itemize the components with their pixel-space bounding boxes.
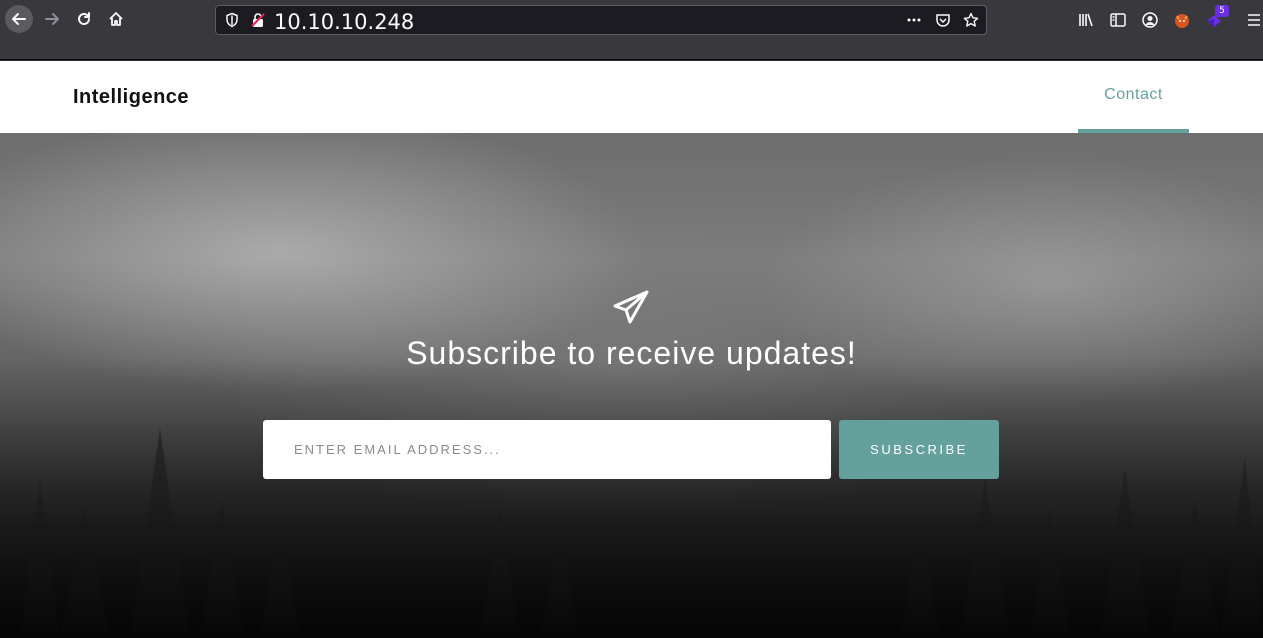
home-icon xyxy=(109,12,123,26)
home-button[interactable] xyxy=(102,5,130,33)
forest-background-image xyxy=(0,358,1263,638)
insecure-lock-icon[interactable] xyxy=(250,12,266,28)
paper-plane-icon xyxy=(613,290,649,324)
url-bar[interactable]: 10.10.10.248 xyxy=(215,5,987,35)
arrow-left-icon xyxy=(12,13,26,25)
nav-contact-label: Contact xyxy=(1104,86,1163,103)
fox-extension-icon[interactable] xyxy=(1173,11,1191,29)
arrow-right-icon xyxy=(45,13,59,25)
subscribe-button[interactable]: SUBSCRIBE xyxy=(839,420,999,479)
reload-button[interactable] xyxy=(70,5,98,33)
web-page: Intelligence Contact Subscribe to receiv… xyxy=(0,61,1263,638)
extension-badge-count: 5 xyxy=(1215,5,1229,17)
pocket-icon[interactable] xyxy=(935,12,951,28)
library-icon[interactable] xyxy=(1077,11,1095,29)
shield-icon[interactable] xyxy=(224,12,240,28)
bookmark-star-icon[interactable] xyxy=(963,12,979,28)
account-icon[interactable] xyxy=(1141,11,1159,29)
site-brand-link[interactable]: Intelligence xyxy=(73,86,189,109)
more-actions-icon[interactable] xyxy=(906,12,922,28)
sidebar-icon[interactable] xyxy=(1109,11,1127,29)
site-header: Intelligence Contact xyxy=(0,61,1263,133)
toolbar-spacer xyxy=(0,41,1263,60)
email-input[interactable] xyxy=(263,420,831,479)
hero-section: Subscribe to receive updates! SUBSCRIBE xyxy=(0,133,1263,638)
forward-button[interactable] xyxy=(38,5,66,33)
reload-icon xyxy=(78,12,90,25)
browser-toolbar: 10.10.10.248 5 xyxy=(0,0,1263,41)
nav-contact-link[interactable]: Contact xyxy=(1078,61,1189,133)
hero-headline: Subscribe to receive updates! xyxy=(406,335,857,371)
menu-hamburger-icon[interactable] xyxy=(1245,11,1263,29)
url-text[interactable]: 10.10.10.248 xyxy=(274,10,414,34)
back-button[interactable] xyxy=(5,5,33,33)
